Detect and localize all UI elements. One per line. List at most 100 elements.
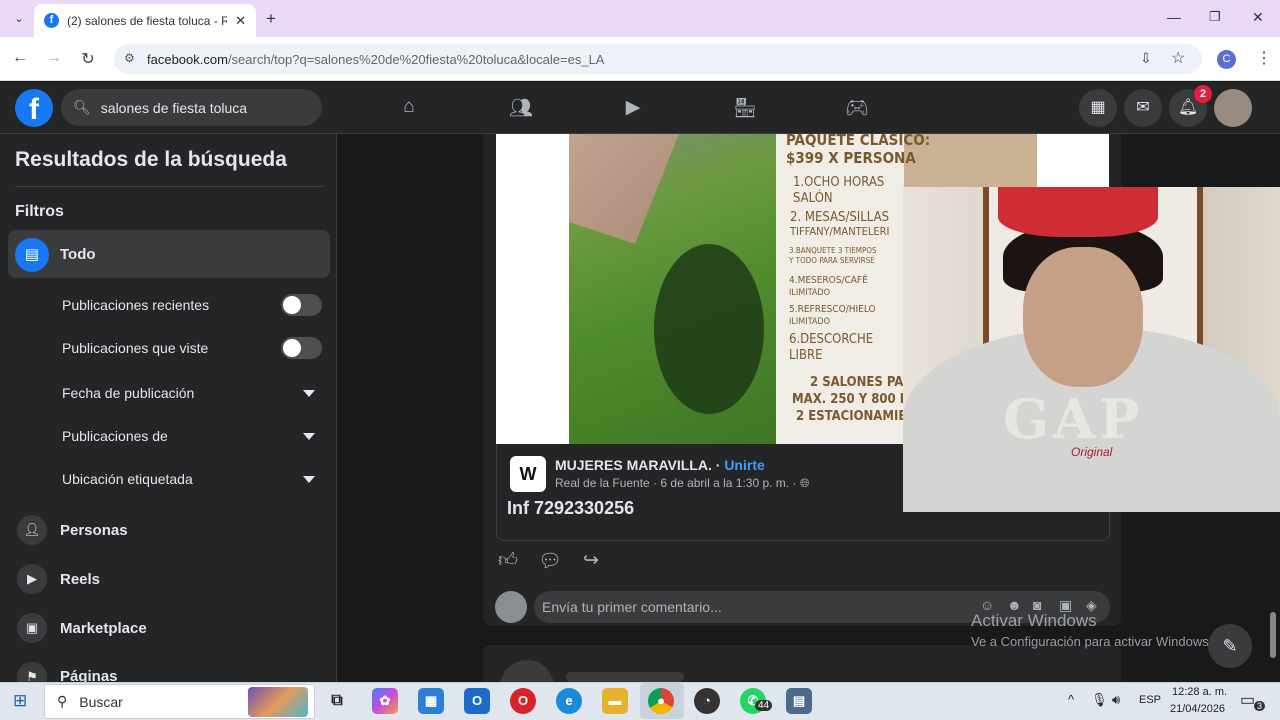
restore-icon[interactable]: ❐ [1209,9,1221,25]
flyer-line: 1.OCHO HORAS [793,175,885,190]
join-group-link[interactable]: Unirte [724,457,764,473]
file-explorer-icon[interactable]: ▬ [602,688,628,714]
clock-time[interactable]: 12:28 a. m. [1172,686,1227,698]
page-title: Resultados de la búsqueda [15,148,287,171]
task-view-icon[interactable]: ⧉ [324,688,350,714]
tab-title: (2) salones de fiesta toluca - Re [67,13,228,28]
url-path: /search/top?q=salones%20de%20fiesta%20to… [227,51,605,67]
window-close-icon[interactable]: ✕ [1252,9,1264,26]
friends-icon[interactable]: 👥︎ [507,96,535,120]
flyer-line: SALÓN [793,191,833,206]
chevron-down-icon[interactable] [303,390,315,397]
people-icon: 👤︎ [17,515,47,545]
comment-icon[interactable]: 💬︎ [537,549,563,573]
chrome-icon[interactable]: ● [648,688,674,714]
microphone-icon[interactable]: 🎙︎ [1091,692,1108,708]
notification-center-icon[interactable]: ▭ [1240,690,1255,710]
filter-todo-label: Todo [60,246,96,263]
group-name-link[interactable]: MUJERES MARAVILLA. [555,457,712,473]
taskbar-search[interactable]: ⚲ Buscar [44,684,315,719]
flyer-line: 2. MESAS/SILLAS [790,210,890,225]
minimize-icon[interactable]: — [1167,9,1181,25]
screen-recorder-icon[interactable]: ◔ [694,688,720,714]
divider [15,186,323,187]
chevron-down-icon[interactable] [303,433,315,440]
facebook-search-input[interactable]: 🔍︎ salones de fiesta toluca [61,89,322,126]
reels-icon: ▶ [17,564,47,594]
filter-todo[interactable] [8,230,330,278]
url-host: facebook.com [147,51,228,67]
account-avatar[interactable] [1214,89,1252,127]
post-image-garden[interactable] [569,134,776,444]
flyer-line: MAX. 250 Y 800 PE [792,392,917,407]
facebook-logo[interactable]: f [15,89,53,127]
tab-close-icon[interactable]: ✕ [235,13,246,29]
site-info-icon[interactable]: ⚙ [124,51,135,65]
post-text: Inf 7292330256 [507,498,635,518]
tray-overflow-chevron-icon[interactable]: ^ [1068,692,1074,707]
reload-icon[interactable]: ↻ [76,49,100,69]
post-meta-text: Real de la Fuente · 6 de abril a la 1:30… [555,476,797,490]
flyer-line: TIFFANY/MANTELERI [790,225,890,238]
profile-avatar[interactable]: C [1217,50,1236,69]
volume-icon[interactable]: 🔊︎ [1112,692,1120,708]
menu-grid-icon[interactable]: ▦ [1079,89,1117,127]
back-icon[interactable]: ← [8,49,32,67]
flyer-line: 4.MESEROS/CAFÉ [789,275,868,286]
category-people[interactable]: Personas [60,522,128,539]
chevron-down-icon[interactable] [303,476,315,483]
whatsapp-badge: 44 [755,700,773,711]
windows-start-icon[interactable]: ⊞ [13,691,27,711]
filter-posts-from-dropdown[interactable]: Publicaciones de [62,428,168,444]
post-image-margin [496,134,569,444]
edge-icon[interactable]: e [556,688,582,714]
new-message-edit-button[interactable]: ✎ [1208,624,1252,668]
copilot-icon[interactable]: ✿ [372,688,398,714]
flyer-line: ILIMITADO [789,288,831,298]
flyer-line: 3.BANQUETE 3 TIEMPOS [789,246,877,255]
post-meta: Real de la Fuente · 6 de abril a la 1:30… [555,476,809,491]
opera-icon[interactable]: O [510,688,536,714]
scrollbar[interactable] [1270,612,1276,658]
category-marketplace[interactable]: Marketplace [60,620,147,637]
install-app-icon[interactable]: ⇩ [1140,50,1152,67]
filter-date-dropdown[interactable]: Fecha de publicación [62,385,194,401]
seen-posts-toggle[interactable] [281,337,322,359]
shirt-script: Original [1071,445,1113,459]
browser-menu-icon[interactable]: ⋮ [1256,48,1272,68]
search-icon: ⚲ [57,693,68,709]
messenger-icon[interactable]: ✉ [1124,89,1162,127]
video-icon[interactable]: ▶ [619,96,647,120]
calculator-icon[interactable]: ▤ [786,688,812,714]
bookmark-star-icon[interactable]: ☆ [1171,48,1185,68]
shirt-logo: GAP [1003,387,1144,451]
filter-tagged-location-dropdown[interactable]: Ubicación etiquetada [62,471,193,487]
recent-posts-toggle[interactable] [281,294,322,316]
flyer-line: LIBRE [789,348,823,363]
store-icon[interactable]: ▦ [418,688,444,714]
share-icon[interactable]: ↪ [578,549,604,572]
taskbar-search-placeholder: Buscar [79,693,123,710]
my-avatar [495,591,527,623]
new-tab-icon[interactable]: + [266,9,276,29]
group-avatar[interactable]: W [510,456,546,492]
activation-watermark-title: Activar Windows [971,611,1097,630]
marketplace-icon[interactable]: 🏪︎ [731,96,759,120]
next-post-title-placeholder [566,672,684,682]
forward-icon[interactable]: → [42,49,66,67]
home-icon[interactable]: ⌂ [395,96,423,120]
category-reels[interactable]: Reels [60,571,100,588]
filter-recent-posts-label: Publicaciones recientes [62,297,210,313]
browser-tab[interactable]: f (2) salones de fiesta toluca - Re ✕ [34,4,256,37]
clock-date[interactable]: 21/04/2026 [1170,703,1225,715]
group-header: MUJERES MARAVILLA. · Unirte [555,457,765,473]
tab-list-chevron-icon[interactable]: ⌄ [9,9,29,29]
activation-watermark-text: Ve a Configuración para activar Windows. [971,634,1213,649]
search-value: salones de fiesta toluca [100,99,248,116]
outlook-icon[interactable]: O [464,688,490,714]
language-indicator[interactable]: ESP [1139,694,1161,706]
url-field[interactable]: ⚙ facebook.com/search/top?q=salones%20de… [114,44,1202,74]
like-icon[interactable]: 👍︎ [495,549,521,572]
gaming-icon[interactable]: 🎮︎ [843,96,871,120]
flyer-line: PAQUETE CLASICO: [786,131,931,149]
